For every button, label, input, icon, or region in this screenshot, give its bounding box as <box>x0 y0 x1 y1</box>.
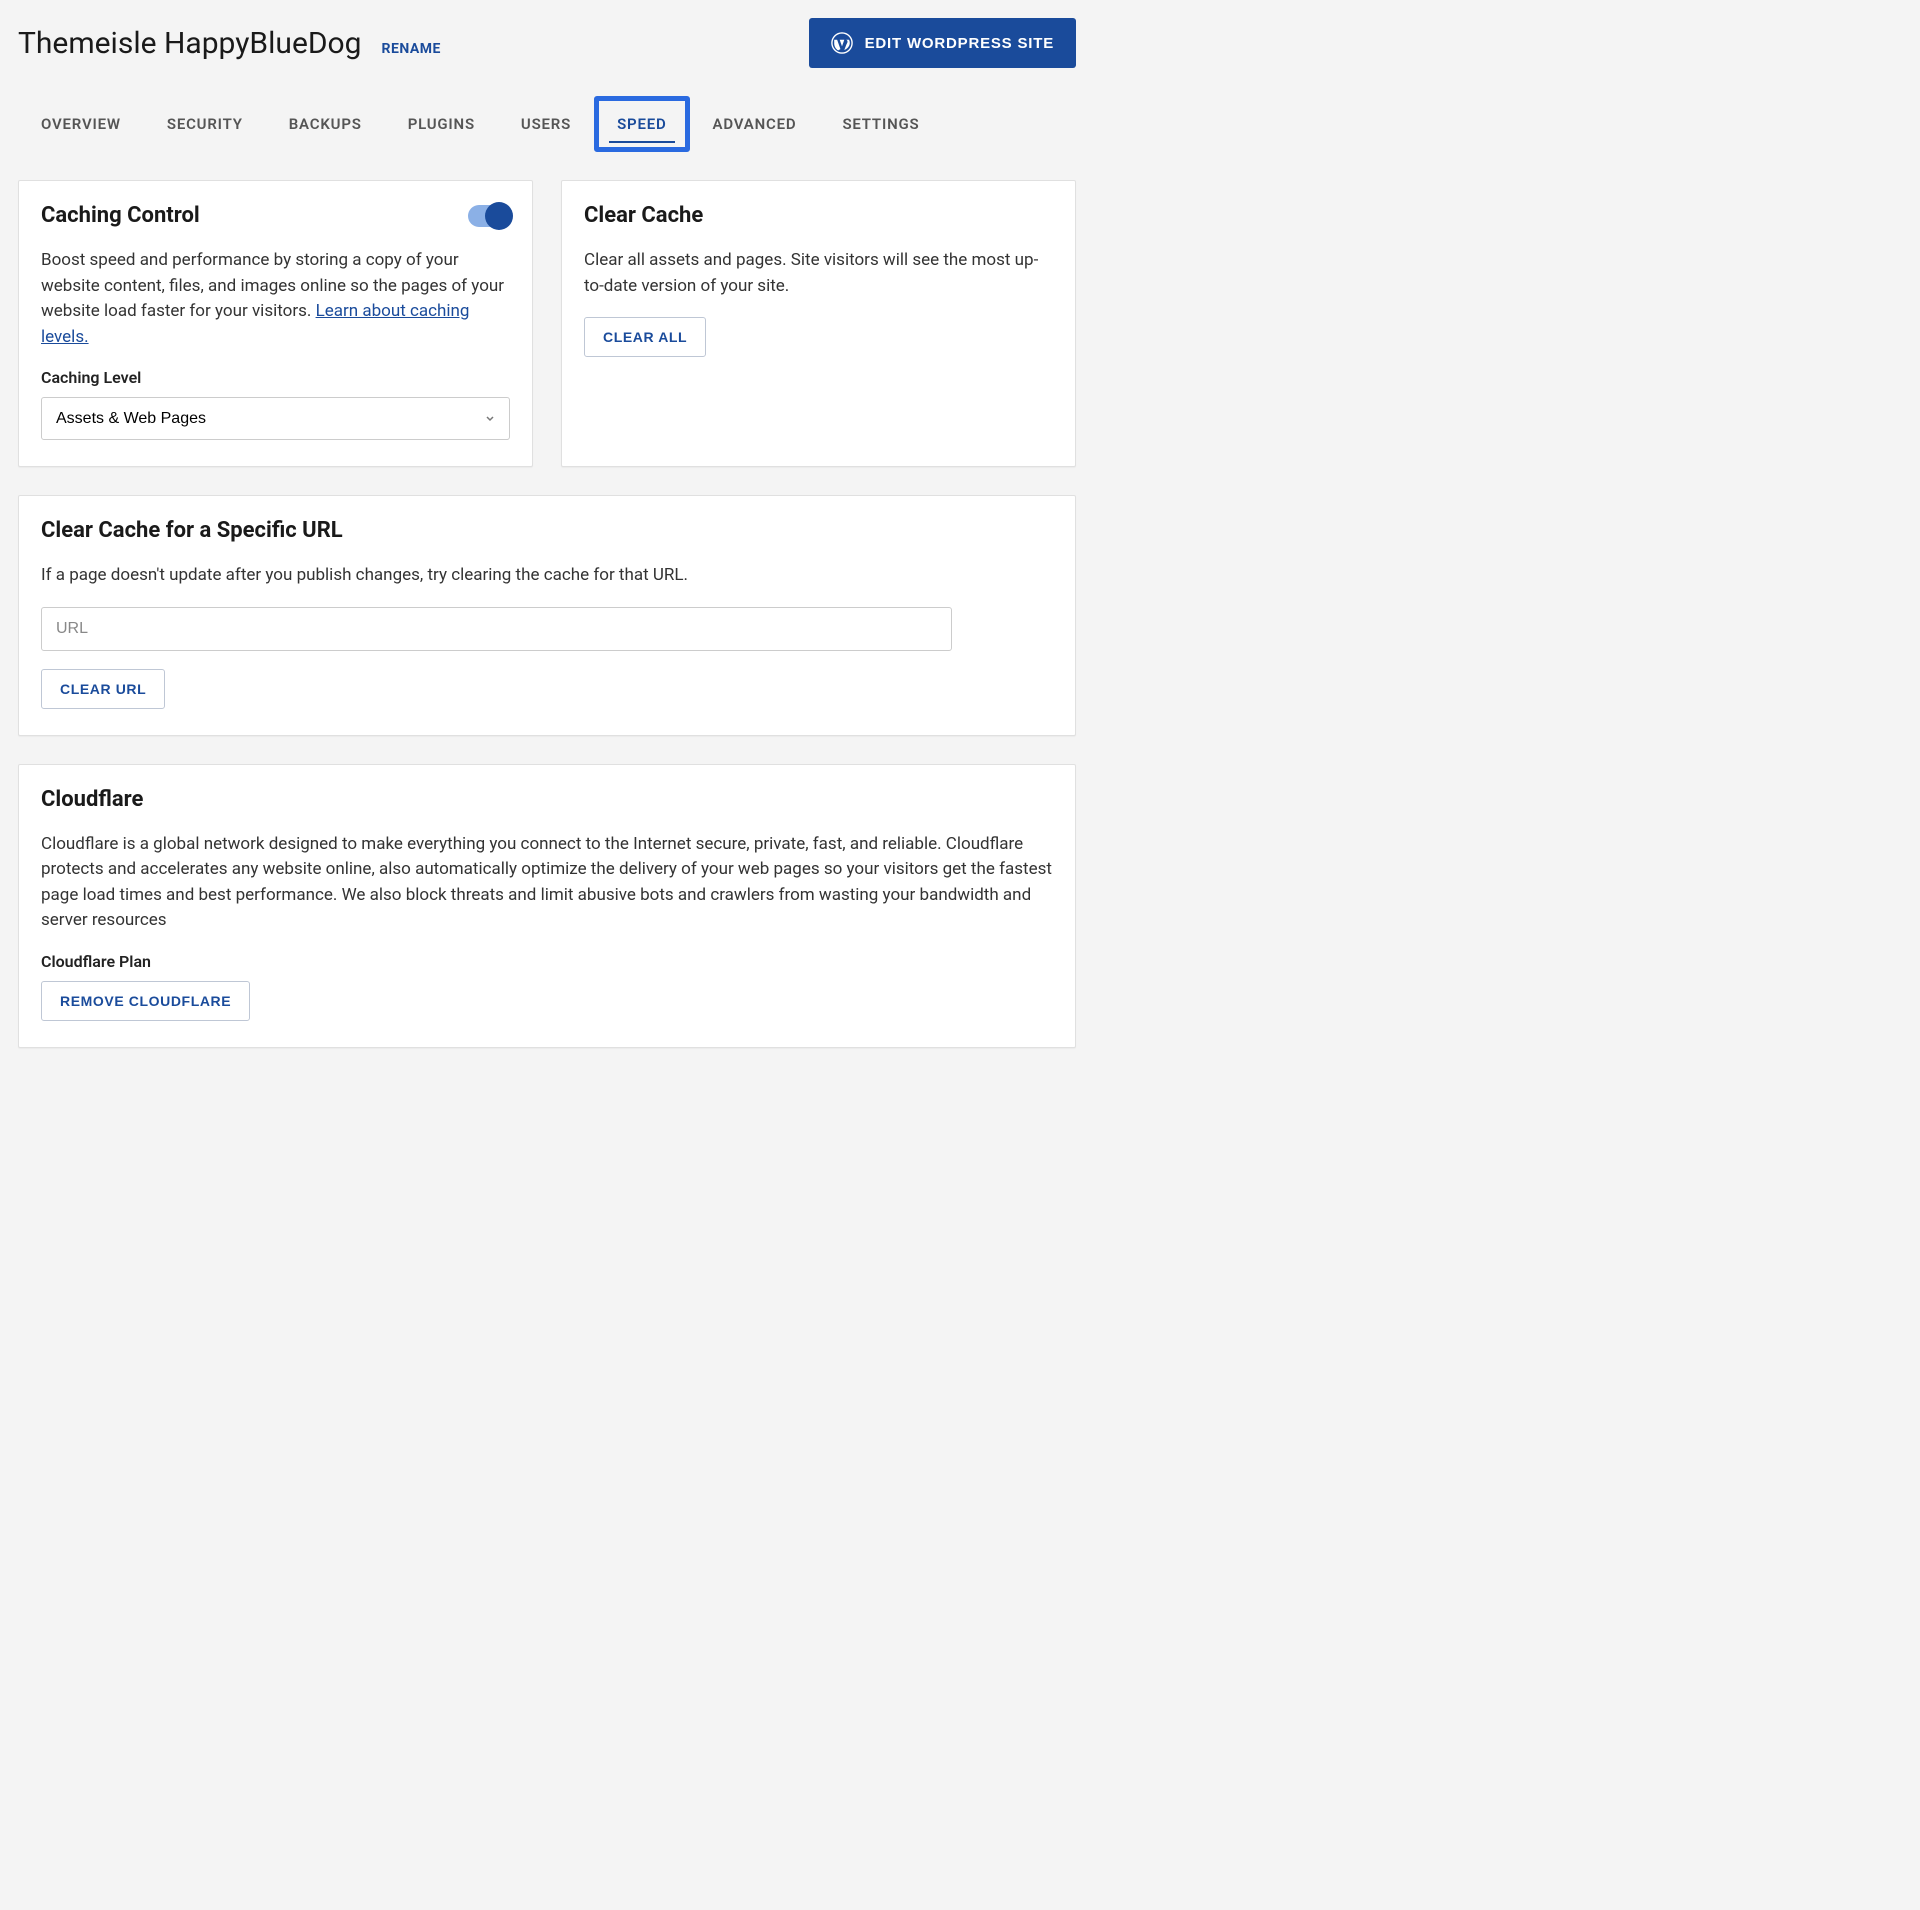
clear-cache-desc: Clear all assets and pages. Site visitor… <box>584 248 1053 299</box>
edit-wordpress-site-button[interactable]: EDIT WORDPRESS SITE <box>809 18 1076 68</box>
clear-url-desc: If a page doesn't update after you publi… <box>41 563 1053 589</box>
caching-control-head: Caching Control <box>41 203 510 228</box>
rename-link[interactable]: RENAME <box>382 41 441 57</box>
url-input[interactable] <box>41 607 952 651</box>
caching-level-select-wrap: Assets & Web Pages <box>41 397 510 440</box>
tab-plugins[interactable]: PLUGINS <box>385 96 498 152</box>
tabs: OVERVIEW SECURITY BACKUPS PLUGINS USERS … <box>18 96 1076 152</box>
card-cloudflare: Cloudflare Cloudflare is a global networ… <box>18 764 1076 1048</box>
clear-url-button[interactable]: CLEAR URL <box>41 669 165 709</box>
cloudflare-plan-label: Cloudflare Plan <box>41 952 1053 971</box>
tab-backups[interactable]: BACKUPS <box>266 96 385 152</box>
edit-wordpress-site-label: EDIT WORDPRESS SITE <box>865 35 1054 52</box>
clear-all-button[interactable]: CLEAR ALL <box>584 317 706 357</box>
site-title: Themeisle HappyBlueDog <box>18 26 362 61</box>
card-clear-cache: Clear Cache Clear all assets and pages. … <box>561 180 1076 467</box>
card-clear-url: Clear Cache for a Specific URL If a page… <box>18 495 1076 736</box>
wordpress-icon <box>831 32 853 54</box>
header-left: Themeisle HappyBlueDog RENAME <box>18 26 441 61</box>
caching-level-label: Caching Level <box>41 368 510 387</box>
remove-cloudflare-button[interactable]: REMOVE CLOUDFLARE <box>41 981 250 1021</box>
toggle-knob-icon <box>485 202 513 230</box>
caching-control-title: Caching Control <box>41 203 200 228</box>
clear-url-title: Clear Cache for a Specific URL <box>41 518 1053 543</box>
tab-advanced[interactable]: ADVANCED <box>690 96 820 152</box>
tab-speed[interactable]: SPEED <box>594 96 689 152</box>
tab-users[interactable]: USERS <box>498 96 594 152</box>
tab-security[interactable]: SECURITY <box>144 96 266 152</box>
clear-cache-head: Clear Cache <box>584 203 1053 228</box>
caching-control-desc: Boost speed and performance by storing a… <box>41 248 510 350</box>
row-caching: Caching Control Boost speed and performa… <box>18 180 1076 467</box>
cloudflare-title: Cloudflare <box>41 787 1053 812</box>
tab-settings[interactable]: SETTINGS <box>819 96 942 152</box>
caching-toggle[interactable] <box>468 205 510 227</box>
card-caching-control: Caching Control Boost speed and performa… <box>18 180 533 467</box>
tab-overview[interactable]: OVERVIEW <box>18 96 144 152</box>
cloudflare-desc: Cloudflare is a global network designed … <box>41 832 1053 934</box>
clear-cache-title: Clear Cache <box>584 203 703 228</box>
page-header: Themeisle HappyBlueDog RENAME EDIT WORDP… <box>18 18 1076 68</box>
caching-level-select[interactable]: Assets & Web Pages <box>41 397 510 440</box>
